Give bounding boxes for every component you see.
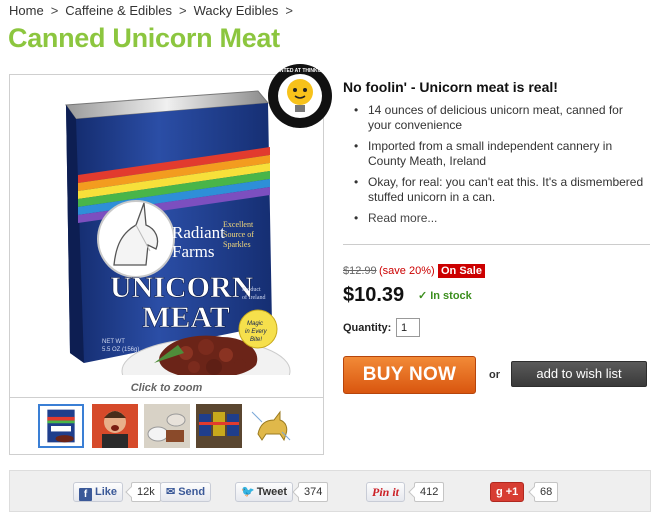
tweet-count: 374: [298, 482, 329, 502]
gplus-count: 68: [534, 482, 559, 502]
facebook-like-button[interactable]: f Like: [73, 482, 124, 502]
social-share-bar: f Like 12k ✉ Send 🐦 Tweet 374 Pin it 412 g +…: [9, 470, 651, 512]
svg-text:5.5 OZ (156g): 5.5 OZ (156g): [102, 347, 139, 353]
badge-label: INVENTED AT THINKGEEK: [268, 68, 332, 74]
zoom-label[interactable]: Click to zoom: [10, 382, 323, 394]
svg-text:Product: Product: [242, 287, 261, 293]
thinkgeek-badge-icon: INVENTED AT THINKGEEK: [268, 64, 332, 128]
breadcrumb-separator: >: [285, 3, 293, 18]
feature-list: 14 ounces of delicious unicorn meat, can…: [354, 103, 644, 232]
google-plus-icon: g: [496, 486, 503, 498]
svg-text:of Ireland: of Ireland: [242, 294, 266, 301]
pinterest-pin-button[interactable]: Pin it: [366, 482, 406, 502]
send-label: Send: [178, 486, 206, 498]
or-label: or: [489, 369, 500, 381]
svg-text:Radiant: Radiant: [172, 223, 225, 242]
savings-text: (save 20%): [379, 265, 435, 277]
feature-item: Imported from a small independent canner…: [354, 139, 644, 169]
quantity-label: Quantity:: [343, 322, 392, 334]
like-label: Like: [95, 486, 118, 498]
svg-text:MEAT: MEAT: [142, 301, 230, 334]
current-price: $10.39: [343, 284, 405, 306]
svg-text:UNICORN: UNICORN: [110, 271, 254, 304]
thumbnail-person[interactable]: [92, 404, 138, 448]
breadcrumb-separator: >: [50, 3, 59, 18]
feature-item: Okay, for real: you can't eat this. It's…: [354, 175, 644, 205]
like-count: 12k: [131, 482, 161, 502]
breadcrumb-caffeine-edibles[interactable]: Caffeine & Edibles: [65, 3, 172, 18]
thumbnail-strip: [9, 398, 324, 455]
breadcrumb: Home > Caffeine & Edibles > Wacky Edibles >: [9, 3, 300, 18]
send-icon: ✉: [166, 486, 176, 498]
svg-text:Bite!: Bite!: [250, 337, 262, 343]
product-headline: No foolin' - Unicorn meat is real!: [343, 79, 558, 95]
svg-text:Magic: Magic: [247, 321, 263, 327]
twitter-bird-icon: 🐦: [241, 486, 255, 498]
svg-text:Source of: Source of: [223, 230, 254, 239]
stock-status: ✓ In stock: [418, 289, 472, 302]
quantity-input[interactable]: [396, 318, 420, 337]
page-title: Canned Unicorn Meat: [8, 23, 280, 53]
feature-item: 14 ounces of delicious unicorn meat, can…: [354, 103, 644, 133]
google-plus-button[interactable]: g +1: [490, 482, 525, 502]
checkmark-icon: ✓: [418, 290, 428, 302]
facebook-icon: f: [79, 488, 92, 501]
breadcrumb-home[interactable]: Home: [9, 3, 44, 18]
tweet-label: Tweet: [256, 486, 288, 498]
read-more-link[interactable]: Read more...: [354, 211, 644, 226]
gplus-label: +1: [505, 486, 519, 498]
svg-text:Sparkles: Sparkles: [223, 240, 251, 249]
thumbnail-contents[interactable]: [144, 404, 190, 448]
svg-text:Farms: Farms: [172, 242, 215, 261]
stock-label: In stock: [430, 290, 472, 302]
divider: [343, 244, 650, 245]
breadcrumb-separator: >: [179, 3, 187, 18]
svg-text:in Every: in Every: [245, 329, 268, 335]
svg-text:NET WT: NET WT: [102, 339, 125, 345]
tweet-button[interactable]: 🐦 Tweet: [235, 482, 294, 502]
thumbnail-cans-group[interactable]: [196, 404, 242, 448]
thumbnail-unicorn-diagram[interactable]: [248, 404, 294, 448]
breadcrumb-wacky-edibles[interactable]: Wacky Edibles: [194, 3, 279, 18]
svg-text:Excellent: Excellent: [223, 220, 254, 229]
facebook-send-button[interactable]: ✉ Send: [160, 482, 212, 502]
thumbnail-can[interactable]: [38, 404, 84, 448]
buy-now-button[interactable]: BUY NOW: [343, 356, 476, 394]
add-to-wish-list-button[interactable]: add to wish list: [511, 361, 647, 387]
pin-count: 412: [414, 482, 445, 502]
original-price: $12.99: [343, 265, 377, 277]
on-sale-badge: On Sale: [438, 264, 485, 278]
